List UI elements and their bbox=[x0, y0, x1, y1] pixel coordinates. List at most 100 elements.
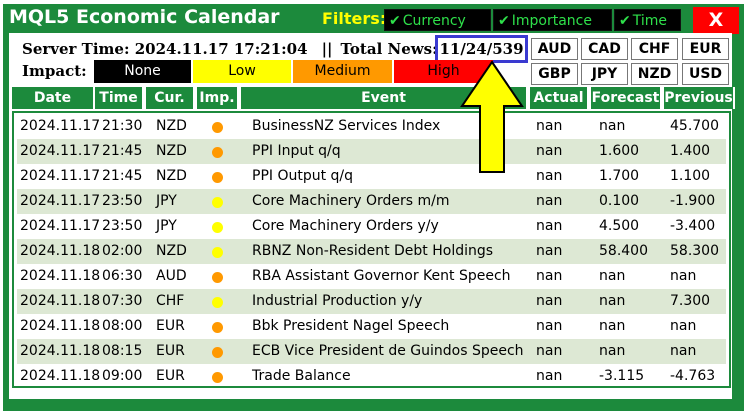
cell-previous: nan bbox=[670, 343, 697, 359]
currency-button-cad[interactable]: CAD bbox=[581, 38, 628, 60]
cell-forecast: 0.100 bbox=[599, 193, 640, 209]
cell-currency: NZD bbox=[156, 143, 187, 159]
column-header-forecast: Forecast bbox=[591, 87, 662, 109]
table-row[interactable]: 2024.11.17 21:45 NZD PPI Output q/q nan 1.700… bbox=[17, 164, 726, 189]
cell-currency: EUR bbox=[156, 318, 185, 334]
cell-forecast: -3.115 bbox=[599, 368, 645, 384]
cell-event: Core Machinery Orders m/m bbox=[252, 193, 450, 209]
cell-time: 08:15 bbox=[102, 343, 143, 359]
table-row[interactable]: 2024.11.18 08:15 EUR ECB Vice President de … bbox=[17, 339, 726, 364]
filter-importance-label: Importance bbox=[511, 13, 592, 29]
cell-previous: 1.400 bbox=[670, 143, 711, 159]
impact-label: Impact: bbox=[22, 62, 87, 80]
cell-date: 2024.11.18 bbox=[20, 243, 101, 259]
cell-actual: nan bbox=[536, 243, 563, 259]
table-row[interactable]: 2024.11.17 23:50 JPY Core Machinery Orders … bbox=[17, 189, 726, 214]
impact-dot-icon bbox=[212, 247, 223, 258]
server-time: Server Time: 2024.11.17 17:21:04 bbox=[22, 40, 308, 58]
close-button[interactable]: X bbox=[693, 7, 739, 34]
currency-button-chf[interactable]: CHF bbox=[631, 38, 678, 60]
impact-none-button[interactable]: None bbox=[94, 60, 191, 83]
table-row[interactable]: 2024.11.18 09:00 EUR Trade Balance nan -3.115… bbox=[17, 364, 726, 389]
impact-medium-button[interactable]: Medium bbox=[293, 60, 392, 83]
cell-time: 21:45 bbox=[102, 168, 143, 184]
column-header-time: Time bbox=[95, 87, 144, 109]
cell-actual: nan bbox=[536, 268, 563, 284]
table-row[interactable]: 2024.11.18 06:30 AUD RBA Assistant Governor… bbox=[17, 264, 726, 289]
cell-previous: nan bbox=[670, 268, 697, 284]
total-news-value: 11/24/539 bbox=[435, 35, 528, 63]
cell-date: 2024.11.18 bbox=[20, 343, 101, 359]
impact-dot-icon bbox=[212, 147, 223, 158]
cell-previous: 1.100 bbox=[670, 168, 711, 184]
impact-dot-icon bbox=[212, 322, 223, 333]
impact-dot-icon bbox=[212, 122, 223, 133]
window-title: MQL5 Economic Calendar bbox=[9, 6, 280, 28]
cell-forecast: 1.600 bbox=[599, 143, 640, 159]
cell-event: RBNZ Non-Resident Debt Holdings bbox=[252, 243, 494, 259]
filter-time-button[interactable]: ✔ Time bbox=[614, 9, 681, 31]
cell-previous: -1.900 bbox=[670, 193, 716, 209]
cell-time: 21:45 bbox=[102, 143, 143, 159]
cell-time: 06:30 bbox=[102, 268, 143, 284]
cell-time: 09:00 bbox=[102, 368, 143, 384]
table-row[interactable]: 2024.11.18 08:00 EUR Bbk President Nagel Sp… bbox=[17, 314, 726, 339]
impact-low-button[interactable]: Low bbox=[193, 60, 291, 83]
currency-button-aud[interactable]: AUD bbox=[531, 38, 578, 60]
cell-currency: JPY bbox=[156, 193, 177, 209]
cell-previous: 58.300 bbox=[670, 243, 719, 259]
filters-label: Filters: bbox=[322, 9, 387, 28]
impact-dot-icon bbox=[212, 197, 223, 208]
filter-currency-button[interactable]: ✔ Currency bbox=[384, 9, 491, 31]
cell-currency: NZD bbox=[156, 243, 187, 259]
cell-currency: EUR bbox=[156, 368, 185, 384]
column-header-imp: Imp. bbox=[197, 87, 239, 109]
column-header-cur: Cur. bbox=[146, 87, 195, 109]
cell-previous: -3.400 bbox=[670, 218, 716, 234]
impact-dot-icon bbox=[212, 347, 223, 358]
cell-event: Industrial Production y/y bbox=[252, 293, 423, 309]
cell-date: 2024.11.18 bbox=[20, 293, 101, 309]
cell-forecast: 1.700 bbox=[599, 168, 640, 184]
cell-actual: nan bbox=[536, 118, 563, 134]
cell-time: 23:50 bbox=[102, 193, 143, 209]
impact-dot-icon bbox=[212, 297, 223, 308]
cell-currency: JPY bbox=[156, 218, 177, 234]
events-table: 2024.11.17 21:30 NZD BusinessNZ Services In… bbox=[12, 111, 731, 388]
table-row[interactable]: 2024.11.17 23:50 JPY Core Machinery Orders … bbox=[17, 214, 726, 239]
checkmark-icon: ✔ bbox=[498, 13, 510, 29]
cell-time: 23:50 bbox=[102, 218, 143, 234]
table-row[interactable]: 2024.11.17 21:45 NZD PPI Input q/q nan 1.600 1… bbox=[17, 139, 726, 164]
table-row[interactable]: 2024.11.17 21:30 NZD BusinessNZ Services In… bbox=[17, 114, 726, 139]
cell-event: Trade Balance bbox=[252, 368, 351, 384]
cell-date: 2024.11.18 bbox=[20, 368, 101, 384]
column-header-date: Date bbox=[12, 87, 95, 109]
separator: || bbox=[321, 40, 333, 58]
currency-button-nzd[interactable]: NZD bbox=[631, 63, 678, 85]
cell-date: 2024.11.18 bbox=[20, 268, 101, 284]
cell-actual: nan bbox=[536, 293, 563, 309]
table-row[interactable]: 2024.11.18 02:00 NZD RBNZ Non-Resident Debt… bbox=[17, 239, 726, 264]
cell-actual: nan bbox=[536, 343, 563, 359]
cell-actual: nan bbox=[536, 168, 563, 184]
cell-previous: 7.300 bbox=[670, 293, 711, 309]
checkmark-icon: ✔ bbox=[619, 13, 631, 29]
cell-forecast: nan bbox=[599, 343, 626, 359]
currency-button-usd[interactable]: USD bbox=[682, 63, 729, 85]
server-info: Server Time: 2024.11.17 17:21:04 || Total … bbox=[22, 40, 438, 58]
checkmark-icon: ✔ bbox=[389, 13, 401, 29]
cell-date: 2024.11.17 bbox=[20, 143, 101, 159]
cell-forecast: 58.400 bbox=[599, 243, 648, 259]
currency-button-gbp[interactable]: GBP bbox=[531, 63, 578, 85]
cell-previous: 45.700 bbox=[670, 118, 719, 134]
total-news-label: Total News: bbox=[340, 40, 438, 58]
cell-event: PPI Input q/q bbox=[252, 143, 341, 159]
cell-actual: nan bbox=[536, 368, 563, 384]
table-row[interactable]: 2024.11.18 07:30 CHF Industrial Production … bbox=[17, 289, 726, 314]
cell-date: 2024.11.17 bbox=[20, 118, 101, 134]
filter-importance-button[interactable]: ✔ Importance bbox=[493, 9, 612, 31]
currency-button-eur[interactable]: EUR bbox=[682, 38, 729, 60]
cell-currency: CHF bbox=[156, 293, 185, 309]
currency-button-jpy[interactable]: JPY bbox=[581, 63, 628, 85]
filter-currency-label: Currency bbox=[402, 13, 466, 29]
